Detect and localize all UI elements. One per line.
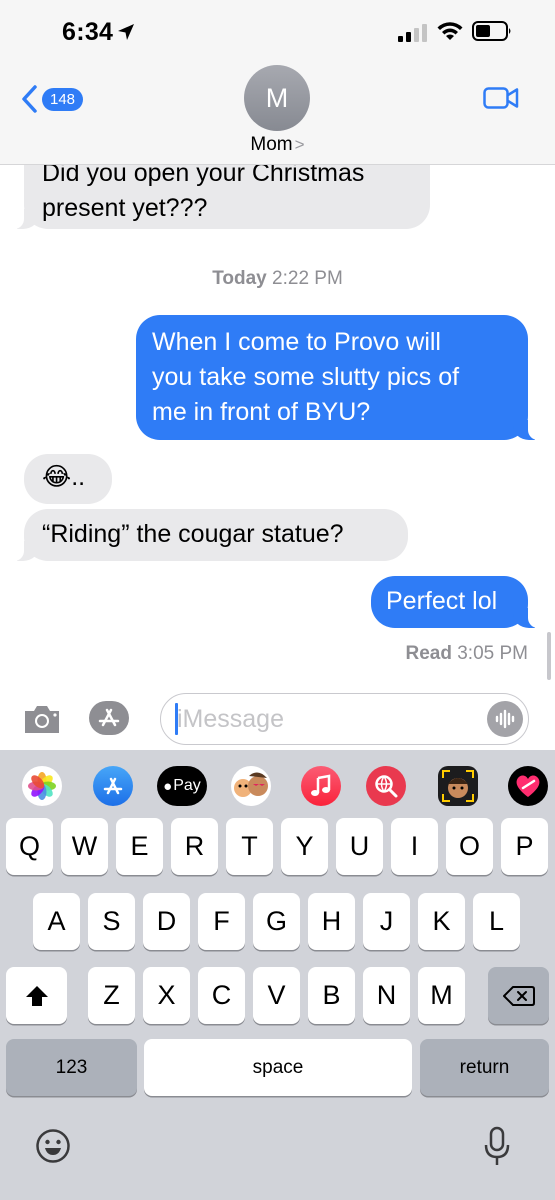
text-cursor (175, 703, 178, 735)
signal-icon (398, 24, 427, 42)
wifi-icon (437, 22, 463, 40)
conversation-header: 148 M Mom > (0, 62, 555, 165)
backspace-icon (502, 985, 535, 1006)
key-l[interactable]: L (473, 893, 520, 950)
message-bubble-outgoing[interactable]: When I come to Provo will you take some … (136, 315, 540, 440)
message-text: When I come to Provo will you take some … (152, 328, 460, 426)
message-bubble-outgoing[interactable]: Perfect lol (371, 576, 540, 628)
key-m[interactable]: M (418, 967, 465, 1024)
delete-key[interactable] (488, 967, 549, 1024)
dictation-button[interactable] (487, 701, 523, 737)
key-y[interactable]: Y (281, 818, 328, 875)
location-arrow-icon (118, 24, 134, 40)
key-r[interactable]: R (171, 818, 218, 875)
app-store-drawer-icon[interactable] (93, 766, 133, 806)
shift-arrow-icon (25, 985, 48, 1006)
message-text: 😂.. (42, 463, 86, 491)
key-o[interactable]: O (446, 818, 493, 875)
numbers-key[interactable]: 123 (6, 1039, 137, 1096)
key-u[interactable]: U (336, 818, 383, 875)
photos-icon[interactable] (22, 766, 62, 806)
message-text: Did you open your Christmas present yet?… (42, 159, 365, 222)
key-v[interactable]: V (253, 967, 300, 1024)
read-label: Read (405, 643, 452, 664)
scroll-indicator[interactable] (547, 632, 551, 680)
photos-flower-glyph (28, 772, 56, 800)
memoji-stickers-icon[interactable] (231, 766, 271, 806)
magnifier-globe-glyph (375, 775, 398, 798)
search-images-icon[interactable] (366, 766, 406, 806)
timestamp-time: 2:22 PM (272, 268, 343, 289)
read-time: 3:05 PM (457, 643, 528, 664)
message-bubble-incoming[interactable]: 😂.. (24, 454, 112, 504)
key-h[interactable]: H (308, 893, 355, 950)
key-b[interactable]: B (308, 967, 355, 1024)
camera-icon[interactable] (22, 702, 62, 735)
apple-pay-icon[interactable]: ● Pay (157, 766, 207, 806)
chevron-left-icon (22, 85, 37, 113)
app-store-glyph (103, 777, 123, 795)
key-i[interactable]: I (391, 818, 438, 875)
apple-logo-icon: ● (163, 777, 173, 795)
music-icon[interactable] (301, 766, 341, 806)
key-p[interactable]: P (501, 818, 548, 875)
key-d[interactable]: D (143, 893, 190, 950)
digital-touch-icon[interactable] (508, 766, 548, 806)
memoji-icon[interactable] (438, 766, 478, 806)
key-t[interactable]: T (226, 818, 273, 875)
timestamp-day: Today (212, 268, 267, 289)
key-q[interactable]: Q (6, 818, 53, 875)
key-w[interactable]: W (61, 818, 108, 875)
key-x[interactable]: X (143, 967, 190, 1024)
contact-name-label: Mom (250, 134, 293, 155)
microphone-icon[interactable] (484, 1126, 510, 1168)
apple-pay-label: Pay (173, 777, 201, 794)
message-input[interactable] (160, 693, 529, 745)
key-a[interactable]: A (33, 893, 80, 950)
key-z[interactable]: Z (88, 967, 135, 1024)
key-n[interactable]: N (363, 967, 410, 1024)
message-text: Perfect lol (386, 587, 498, 615)
back-button[interactable]: 148 (20, 84, 84, 114)
memoji-stickers-glyph (234, 772, 268, 797)
read-receipt: Read 3:05 PM (405, 643, 528, 665)
conversation-timestamp: Today 2:22 PM (0, 268, 555, 290)
key-j[interactable]: J (363, 893, 410, 950)
status-time: 6:34 (62, 18, 114, 46)
message-text: “Riding” the cougar statue? (42, 520, 344, 548)
key-f[interactable]: F (198, 893, 245, 950)
emoji-keyboard-icon[interactable] (35, 1128, 71, 1164)
key-e[interactable]: E (116, 818, 163, 875)
key-g[interactable]: G (253, 893, 300, 950)
contact-name[interactable]: Mom > (0, 134, 555, 156)
shift-key[interactable] (6, 967, 67, 1024)
audio-waveform-icon (495, 709, 515, 729)
battery-icon (472, 21, 511, 41)
heart-glyph (516, 775, 540, 797)
chevron-right-icon: > (294, 135, 305, 154)
video-camera-icon[interactable] (483, 86, 519, 110)
status-bar: 6:34 (0, 0, 555, 62)
key-c[interactable]: C (198, 967, 245, 1024)
key-k[interactable]: K (418, 893, 465, 950)
message-bubble-incoming[interactable]: “Riding” the cougar statue? (12, 509, 408, 561)
key-s[interactable]: S (88, 893, 135, 950)
unread-count-badge: 148 (42, 87, 84, 111)
app-store-icon[interactable] (89, 701, 129, 735)
avatar[interactable]: M (244, 65, 310, 131)
space-key[interactable]: space (144, 1039, 412, 1096)
music-note-glyph (311, 774, 331, 796)
memoji-face-glyph (442, 770, 474, 802)
return-key[interactable]: return (420, 1039, 549, 1096)
